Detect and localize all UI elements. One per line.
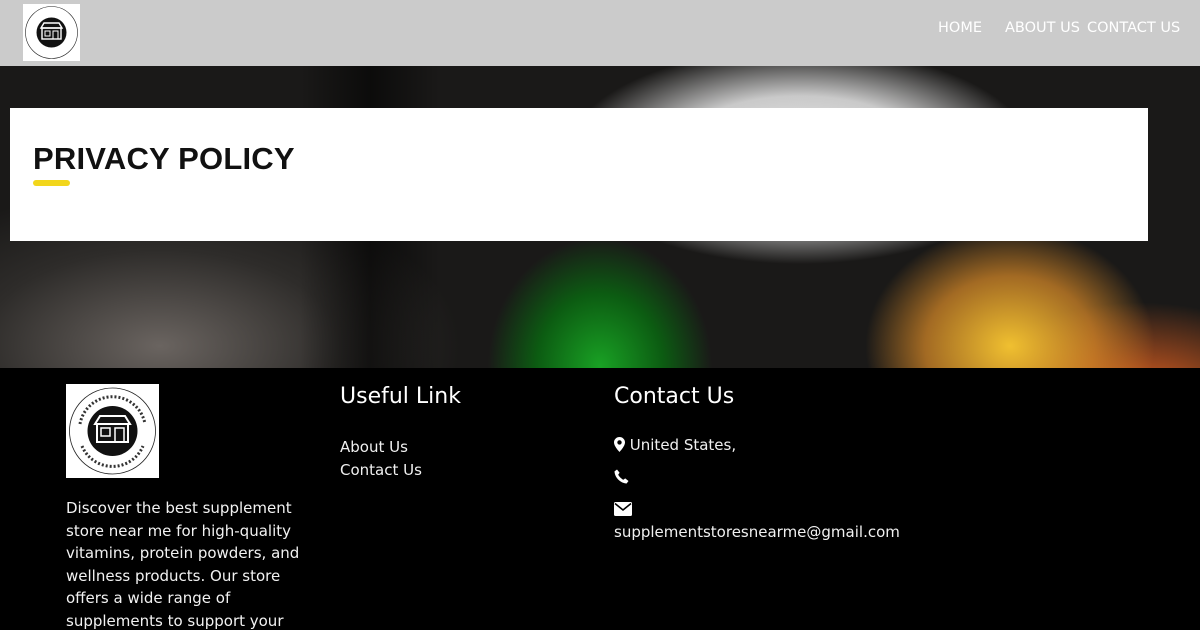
map-marker-icon [614,436,630,454]
phone-icon [614,468,629,486]
footer-logo[interactable] [66,384,159,478]
hero-banner: PRIVACY POLICY [0,66,1200,368]
nav-contact-us[interactable]: CONTACT US [1087,20,1180,36]
footer-description: Discover the best supplement store near … [66,499,300,630]
footer-link-about-us[interactable]: About Us [340,436,422,459]
useful-links-list: About Us Contact Us [340,436,422,482]
nav-about-us[interactable]: ABOUT US [1005,20,1080,36]
contact-location: United States, [614,436,736,454]
site-logo[interactable] [23,4,80,61]
useful-links-heading: Useful Link [340,384,461,409]
page-title: PRIVACY POLICY [33,141,295,176]
envelope-icon [614,500,632,518]
site-header: HOME ABOUT US CONTACT US [0,0,1200,66]
footer-link-contact-us[interactable]: Contact Us [340,459,422,482]
contact-email[interactable]: supplementstoresnearme@gmail.com [614,523,900,541]
contact-email-icon-row [614,500,632,518]
contact-location-text: United States, [629,436,737,454]
nav-home[interactable]: HOME [938,20,982,36]
page-title-card: PRIVACY POLICY [10,108,1148,241]
contact-phone [614,468,629,486]
contact-heading: Contact Us [614,384,735,409]
title-underline [33,180,70,186]
site-footer: Discover the best supplement store near … [0,368,1200,630]
